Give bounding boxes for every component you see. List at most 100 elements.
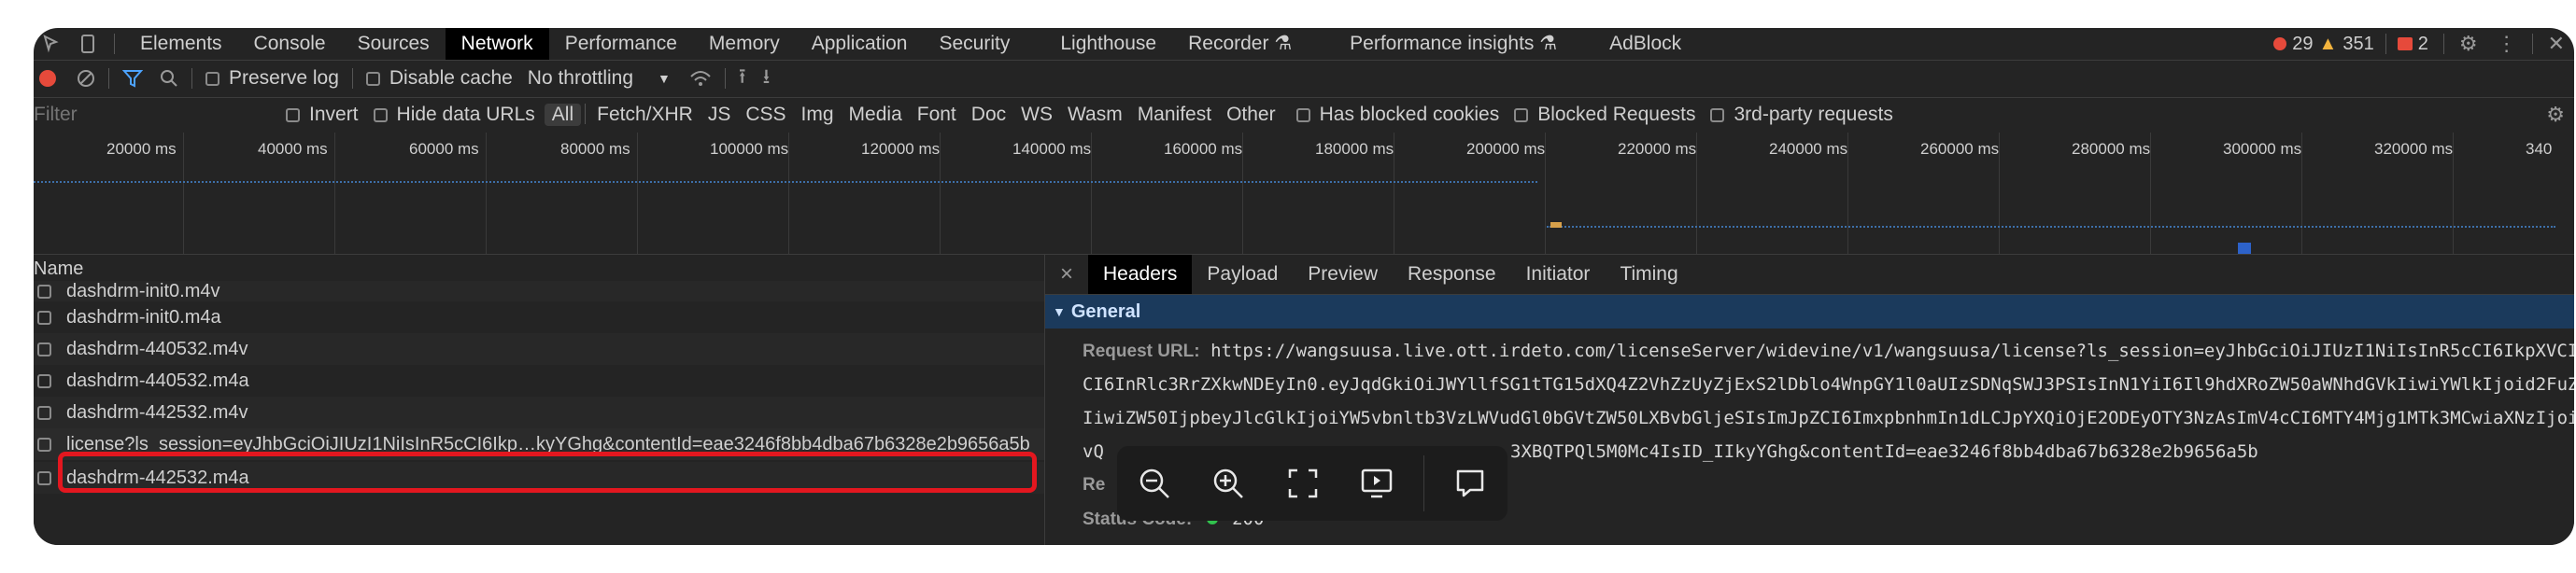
disable-cache-checkbox[interactable]: Disable cache bbox=[365, 67, 513, 90]
present-button[interactable] bbox=[1349, 455, 1405, 511]
request-list-panel: Name dashdrm-init0.m4v dashdrm-init0.m4a… bbox=[34, 255, 1045, 545]
tab-elements[interactable]: Elements bbox=[124, 28, 238, 60]
tab-headers[interactable]: Headers bbox=[1088, 255, 1193, 294]
tab-timing[interactable]: Timing bbox=[1605, 255, 1692, 294]
list-item[interactable]: dashdrm-init0.m4v bbox=[34, 281, 1044, 301]
filter-type-font[interactable]: Font bbox=[910, 104, 964, 126]
invert-checkbox[interactable]: Invert bbox=[286, 104, 359, 126]
checkbox[interactable] bbox=[37, 310, 51, 325]
grid-line bbox=[940, 133, 941, 254]
filter-type-other[interactable]: Other bbox=[1219, 104, 1283, 126]
zoom-in-icon bbox=[1214, 468, 1244, 498]
filter-type-wasm[interactable]: Wasm bbox=[1060, 104, 1130, 126]
checkbox[interactable] bbox=[37, 470, 51, 485]
general-section-header[interactable]: ▼ General bbox=[1045, 295, 2574, 328]
tab-lighthouse[interactable]: Lighthouse bbox=[1044, 28, 1172, 60]
checkbox[interactable] bbox=[37, 405, 51, 420]
filter-icon[interactable] bbox=[122, 69, 143, 88]
filter-type-ws[interactable]: WS bbox=[1013, 104, 1060, 126]
tab-preview[interactable]: Preview bbox=[1293, 255, 1393, 294]
list-item[interactable]: dashdrm-440532.m4v bbox=[34, 333, 1044, 365]
throttling-select[interactable]: No throttling ▼ bbox=[528, 67, 671, 90]
network-conditions-icon[interactable] bbox=[689, 69, 712, 88]
checkbox[interactable] bbox=[37, 284, 51, 299]
name-column-header-label: Name bbox=[34, 259, 84, 279]
search-icon[interactable] bbox=[160, 69, 178, 88]
screen-play-icon bbox=[1362, 468, 1393, 498]
tab-sources[interactable]: Sources bbox=[342, 28, 446, 60]
tab-application[interactable]: Application bbox=[796, 28, 924, 60]
hide-data-urls-checkbox[interactable]: Hide data URLs bbox=[373, 104, 535, 126]
tab-network[interactable]: Network bbox=[445, 28, 549, 60]
device-toolbar-icon[interactable] bbox=[71, 34, 105, 54]
tab-adblock[interactable]: AdBlock bbox=[1593, 28, 1697, 60]
grid-line bbox=[486, 133, 487, 254]
filter-type-css[interactable]: CSS bbox=[738, 104, 793, 126]
checkbox[interactable] bbox=[365, 71, 380, 86]
preserve-log-checkbox[interactable]: Preserve log bbox=[205, 67, 339, 90]
list-item[interactable]: dashdrm-init0.m4a bbox=[34, 301, 1044, 333]
checkbox[interactable] bbox=[1295, 107, 1310, 122]
checkbox[interactable] bbox=[373, 107, 388, 122]
tab-memory[interactable]: Memory bbox=[693, 28, 796, 60]
checkbox[interactable] bbox=[37, 373, 51, 388]
has-blocked-cookies-checkbox[interactable]: Has blocked cookies bbox=[1295, 104, 1499, 126]
third-party-requests-checkbox[interactable]: 3rd-party requests bbox=[1710, 104, 1893, 126]
tab-performance-insights[interactable]: Performance insights ⚗ bbox=[1334, 28, 1573, 60]
timeline-tick: 160000 ms bbox=[1164, 140, 1243, 158]
zoom-in-button[interactable] bbox=[1200, 455, 1256, 511]
status-badges[interactable]: 29 ▲ 351 2 ⚙ ⋮ ✕ bbox=[2273, 32, 2574, 56]
zoom-out-button[interactable] bbox=[1126, 455, 1182, 511]
checkbox[interactable] bbox=[286, 107, 300, 122]
comment-button[interactable] bbox=[1442, 455, 1498, 511]
more-options-icon[interactable]: ⋮ bbox=[2497, 32, 2517, 56]
timeline-tick: 120000 ms bbox=[861, 140, 941, 158]
checkbox[interactable] bbox=[205, 71, 219, 86]
timeline-overview[interactable]: 20000 ms 40000 ms 60000 ms 80000 ms 1000… bbox=[34, 133, 2574, 255]
fullscreen-icon bbox=[1288, 468, 1317, 498]
gear-icon[interactable]: ⚙ bbox=[2459, 32, 2478, 56]
inspect-element-icon[interactable] bbox=[34, 35, 71, 53]
filter-input[interactable] bbox=[34, 101, 286, 129]
divider bbox=[2531, 34, 2533, 54]
filter-type-media[interactable]: Media bbox=[842, 104, 910, 126]
close-devtools-icon[interactable]: ✕ bbox=[2548, 32, 2565, 56]
name-column-header[interactable]: Name bbox=[34, 255, 1044, 284]
tab-recorder[interactable]: Recorder ⚗ bbox=[1172, 28, 1308, 60]
tab-initiator[interactable]: Initiator bbox=[1511, 255, 1606, 294]
checkbox[interactable] bbox=[1514, 107, 1529, 122]
invert-label: Invert bbox=[309, 104, 359, 125]
blocked-requests-checkbox[interactable]: Blocked Requests bbox=[1514, 104, 1695, 126]
record-icon[interactable] bbox=[39, 70, 56, 87]
tab-response[interactable]: Response bbox=[1393, 255, 1511, 294]
import-har-icon[interactable]: ⭱ bbox=[739, 61, 746, 96]
zoom-out-icon bbox=[1139, 468, 1169, 498]
list-item[interactable] bbox=[34, 494, 1044, 505]
tab-performance[interactable]: Performance bbox=[549, 28, 693, 60]
timeline-tick: 100000 ms bbox=[710, 140, 789, 158]
fullscreen-button[interactable] bbox=[1275, 455, 1331, 511]
grid-line bbox=[2150, 133, 2151, 254]
grid-line bbox=[788, 133, 789, 254]
list-item[interactable]: dashdrm-442532.m4v bbox=[34, 397, 1044, 428]
filter-type-fetch-xhr[interactable]: Fetch/XHR bbox=[589, 104, 701, 126]
request-name: dashdrm-init0.m4a bbox=[66, 306, 221, 328]
checkbox[interactable] bbox=[37, 342, 51, 356]
tab-console[interactable]: Console bbox=[238, 28, 342, 60]
export-har-icon[interactable]: ⭳ bbox=[763, 61, 771, 96]
checkbox[interactable] bbox=[37, 437, 51, 452]
checkbox[interactable] bbox=[1710, 107, 1725, 122]
filter-type-img[interactable]: Img bbox=[794, 104, 842, 126]
list-item[interactable]: dashdrm-440532.m4a bbox=[34, 365, 1044, 397]
network-settings-gear-icon[interactable]: ⚙ bbox=[2546, 103, 2565, 127]
tab-security[interactable]: Security bbox=[923, 28, 1026, 60]
filter-type-all[interactable]: All bbox=[544, 104, 582, 126]
close-details-icon[interactable]: × bbox=[1045, 261, 1088, 287]
clear-icon[interactable] bbox=[77, 69, 95, 88]
filter-type-js[interactable]: JS bbox=[701, 104, 739, 126]
filter-type-doc[interactable]: Doc bbox=[964, 104, 1013, 126]
tab-payload[interactable]: Payload bbox=[1192, 255, 1293, 294]
filter-type-manifest[interactable]: Manifest bbox=[1130, 104, 1219, 126]
timeline-marker bbox=[1550, 222, 1562, 228]
timeline-tick: 340 bbox=[2526, 140, 2553, 158]
